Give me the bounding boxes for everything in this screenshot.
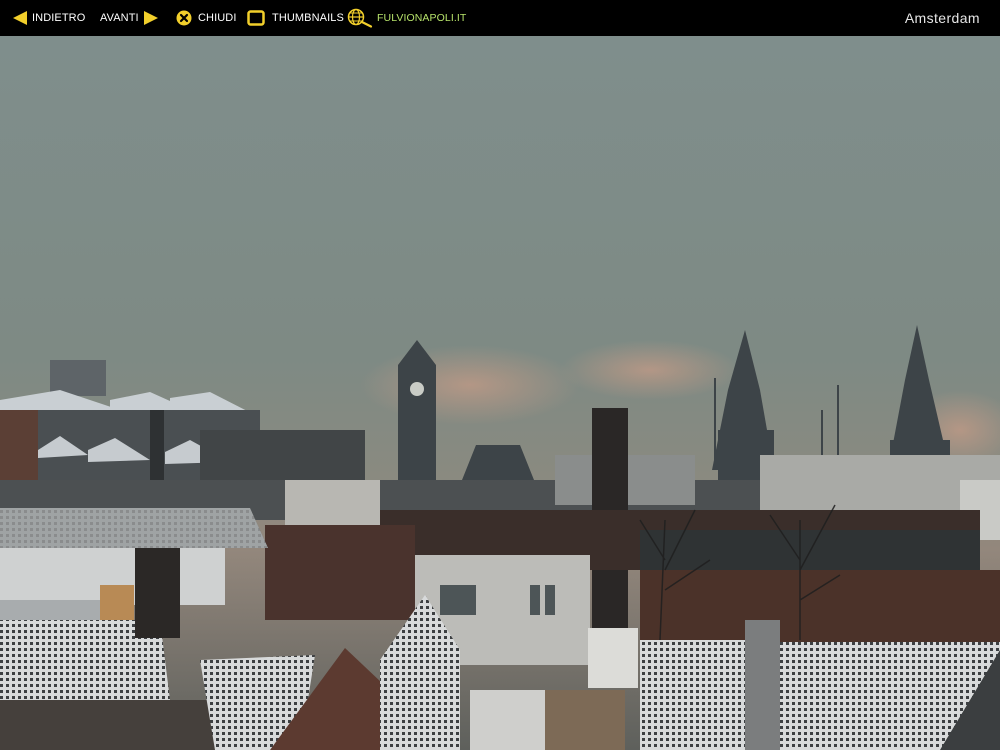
globe-search-icon: [347, 8, 375, 28]
close-button[interactable]: CHIUDI: [176, 0, 237, 36]
arrow-right-icon: [143, 10, 159, 26]
site-link[interactable]: FULVIONAPOLI.IT: [347, 0, 466, 36]
thumbnails-button[interactable]: THUMBNAILS: [247, 0, 344, 36]
city-skyline-photo: [0, 36, 1000, 750]
close-circle-icon: [176, 10, 192, 26]
toolbar: INDIETRO AVANTI CHIUDI THUMBNAILS FULVIO…: [0, 0, 1000, 36]
thumbnails-icon: [247, 10, 265, 26]
site-label: FULVIONAPOLI.IT: [377, 12, 467, 24]
photo-title: Amsterdam: [904, 10, 980, 26]
thumbnails-label: THUMBNAILS: [272, 12, 344, 24]
next-label: AVANTI: [100, 12, 139, 24]
next-button[interactable]: AVANTI: [100, 0, 159, 36]
back-button[interactable]: INDIETRO: [12, 0, 85, 36]
close-label: CHIUDI: [198, 12, 237, 24]
back-label: INDIETRO: [32, 12, 86, 24]
arrow-left-icon: [12, 10, 28, 26]
